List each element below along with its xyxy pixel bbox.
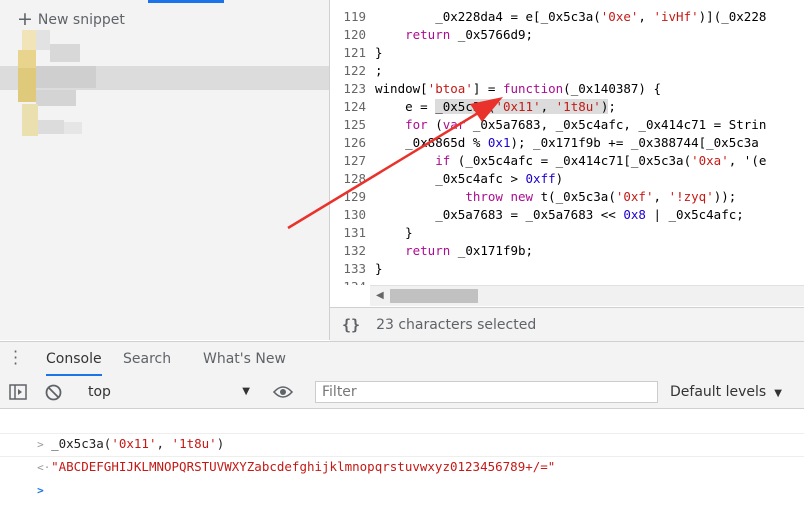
code-editor[interactable]: 119 _0x228da4 = e[_0x5c3a('0xe', 'ivHf')… bbox=[330, 0, 804, 307]
line-number[interactable]: 128 bbox=[330, 170, 366, 188]
tab-search[interactable]: Search bbox=[123, 342, 171, 376]
line-number[interactable]: 119 bbox=[330, 8, 366, 26]
code-line-126[interactable]: 126 _0x8865d % 0x1); _0x171f9b += _0x388… bbox=[330, 134, 804, 152]
line-number[interactable]: 131 bbox=[330, 224, 366, 242]
snippets-sidebar: + New snippet bbox=[0, 0, 330, 340]
plus-icon: + bbox=[17, 8, 33, 30]
scrollbar-thumb[interactable] bbox=[390, 289, 478, 303]
console-prompt-line[interactable]: > bbox=[0, 457, 804, 497]
code-line-129[interactable]: 129 throw new t(_0x5c3a('0xf', '!zyq')); bbox=[330, 188, 804, 206]
code-line-120[interactable]: 120 return _0x5766d9; bbox=[330, 26, 804, 44]
new-snippet-button[interactable]: + New snippet bbox=[17, 10, 125, 29]
line-number[interactable]: 133 bbox=[330, 260, 366, 278]
line-number[interactable]: 123 bbox=[330, 80, 366, 98]
scroll-left-icon[interactable]: ◀ bbox=[376, 290, 384, 301]
code-line-128[interactable]: 128 _0x5c4afc > 0xff) bbox=[330, 170, 804, 188]
log-levels-dropdown[interactable]: Default levels ▼ bbox=[670, 382, 782, 402]
line-number[interactable]: 130 bbox=[330, 206, 366, 224]
drawer-tab-bar: · · · Console Search What's New bbox=[0, 341, 804, 377]
tab-console[interactable]: Console bbox=[46, 342, 102, 376]
sidebar-toggle-icon[interactable] bbox=[9, 384, 27, 404]
line-number[interactable]: 132 bbox=[330, 242, 366, 260]
line-number[interactable]: 129 bbox=[330, 188, 366, 206]
editor-horizontal-scrollbar[interactable]: ◀ bbox=[370, 285, 804, 306]
line-number[interactable]: 121 bbox=[330, 44, 366, 62]
chevron-down-icon: ▼ bbox=[774, 388, 782, 399]
execution-context-select[interactable]: top ▼ bbox=[88, 382, 254, 402]
line-number[interactable]: 127 bbox=[330, 152, 366, 170]
top-panel: + New snippet 119 _0x228da4 = e[_0x5c3a(… bbox=[0, 0, 804, 341]
code-line-130[interactable]: 130 _0x5a7683 = _0x5a7683 << 0x8 | _0x5c… bbox=[330, 206, 804, 224]
log-levels-label: Default levels bbox=[670, 384, 767, 400]
line-number[interactable]: 120 bbox=[330, 26, 366, 44]
eye-icon[interactable] bbox=[272, 385, 294, 403]
code-line-119[interactable]: 119 _0x228da4 = e[_0x5c3a('0xe', 'ivHf')… bbox=[330, 8, 804, 26]
selected-text: _0x5c3a('0x11', '1t8u') bbox=[435, 99, 609, 114]
line-number[interactable]: 125 bbox=[330, 116, 366, 134]
code-line-127[interactable]: 127 if (_0x5c4afc = _0x414c71[_0x5c3a('0… bbox=[330, 152, 804, 170]
code-line-121[interactable]: 121} bbox=[330, 44, 804, 62]
line-number[interactable]: 122 bbox=[330, 62, 366, 80]
new-snippet-label: New snippet bbox=[37, 11, 125, 28]
drawer-menu-icon[interactable]: · · · bbox=[13, 344, 18, 372]
selection-status: 23 characters selected bbox=[376, 316, 537, 333]
filter-input[interactable] bbox=[316, 382, 652, 402]
code-line-133[interactable]: 133} bbox=[330, 260, 804, 278]
console-output[interactable]: > _0x5c3a('0x11', '1t8u') <·"ABCDEFGHIJKL… bbox=[0, 409, 804, 497]
code-line-122[interactable]: 122; bbox=[330, 62, 804, 80]
editor-gutter-bottom bbox=[330, 285, 370, 307]
console-toolbar: top ▼ Default levels ▼ bbox=[0, 376, 804, 409]
code-line-125[interactable]: 125 for (var _0x5a7683, _0x5c4afc, _0x41… bbox=[330, 116, 804, 134]
line-number[interactable]: 124 bbox=[330, 98, 366, 116]
code-line-132[interactable]: 132 return _0x171f9b; bbox=[330, 242, 804, 260]
console-filter[interactable] bbox=[315, 381, 658, 403]
editor-status-bar: {} 23 characters selected bbox=[330, 307, 804, 341]
code-line-123[interactable]: 123 window['btoa'] = function(_0x140387) … bbox=[330, 80, 804, 98]
braces-icon[interactable]: {} bbox=[342, 316, 360, 334]
tab-whats-new[interactable]: What's New bbox=[203, 342, 286, 376]
console-result-line: <·"ABCDEFGHIJKLMNOPQRSTUVWXYZabcdefghijk… bbox=[0, 434, 804, 474]
prompt-chevron-icon: > bbox=[37, 484, 44, 497]
console-input-line: > _0x5c3a('0x11', '1t8u') bbox=[0, 411, 804, 451]
code-line-124[interactable]: 124 e = _0x5c3a('0x11', '1t8u'); bbox=[330, 98, 804, 116]
execution-context-value: top bbox=[88, 384, 111, 400]
line-number[interactable]: 126 bbox=[330, 134, 366, 152]
chevron-down-icon: ▼ bbox=[242, 386, 250, 397]
clear-console-icon[interactable] bbox=[45, 384, 62, 405]
sidebar-active-tab-indicator bbox=[148, 0, 224, 3]
code-line-131[interactable]: 131 } bbox=[330, 224, 804, 242]
